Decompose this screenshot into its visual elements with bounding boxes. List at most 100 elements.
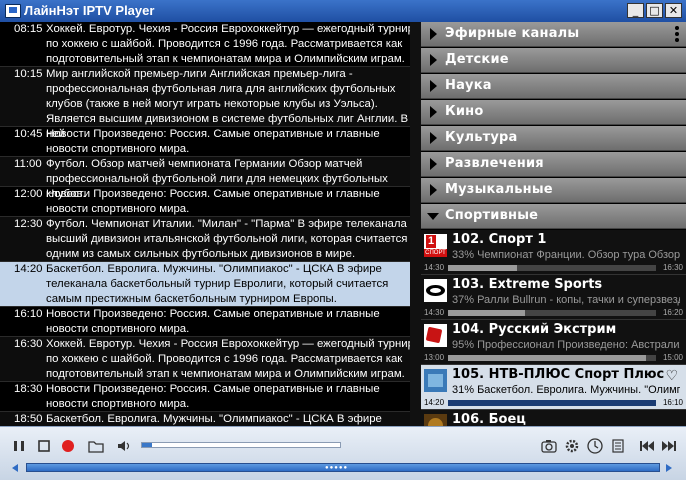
program-row[interactable]: 11:00 Футбол. Обзор матчей чемпионата Ге… (0, 157, 421, 200)
maximize-button[interactable]: □ (646, 3, 663, 18)
stop-icon[interactable] (35, 437, 53, 455)
seek-grip-icon[interactable]: ●●●●● (325, 465, 348, 471)
category-cinema[interactable]: Кино (421, 100, 686, 125)
category-label: Детские (445, 52, 509, 67)
minimize-button[interactable]: _ (627, 3, 644, 18)
seek-right-arrow-icon[interactable] (666, 464, 672, 472)
program-row[interactable]: 10:45 Новости Произведено: Россия. Самые… (0, 127, 421, 157)
program-time: 10:15 (14, 68, 43, 80)
channel-name: 104. Русский Экстрим (452, 322, 617, 337)
program-row[interactable]: 18:50 Баскетбол. Евролига. Мужчины. "Оли… (0, 412, 421, 426)
program-row[interactable]: 18:30 Новости Произведено: Россия. Самые… (0, 382, 421, 412)
end-time: 15:00 (662, 353, 683, 362)
camera-icon[interactable] (540, 437, 558, 455)
program-scrollbar[interactable] (410, 22, 421, 426)
expand-arrow-icon (430, 132, 437, 144)
program-description: Баскетбол. Евролига. Мужчины. "Олимпиако… (46, 413, 382, 425)
volume-slider[interactable] (141, 442, 341, 448)
speaker-icon[interactable] (115, 437, 133, 455)
seek-bar[interactable]: ●●●●● (26, 463, 660, 472)
start-time: 14:20 (424, 398, 445, 407)
program-row[interactable]: 10:15 Мир английской премьер-лиги Англий… (0, 67, 421, 140)
channel-name: 102. Спорт 1 (452, 232, 547, 247)
gear-icon[interactable] (563, 437, 581, 455)
tv-app-icon (5, 4, 21, 18)
category-label: Спортивные (445, 208, 539, 223)
category-music[interactable]: Музыкальные (421, 178, 686, 203)
channel-name: 106. Боец (452, 412, 526, 426)
clock-icon[interactable] (586, 437, 604, 455)
category-entertainment[interactable]: Развлечения (421, 152, 686, 177)
channel-now-playing: 33% Чемпионат Франции. Обзор тура Обзор (452, 249, 680, 261)
channel-item[interactable]: 104. Русский Экстрим 95% Профессионал Пр… (421, 320, 686, 365)
program-row[interactable]: 16:30 Хоккей. Евротур. Чехия - Россия Ев… (0, 337, 421, 382)
program-description: Новости Произведено: Россия. Самые опера… (46, 383, 380, 410)
title-bar[interactable]: ЛайнНэт IPTV Player _ □ ✕ (0, 0, 686, 23)
program-row-selected[interactable]: 14:20 Баскетбол. Евролига. Мужчины. "Оли… (0, 262, 421, 307)
next-track-icon[interactable] (660, 437, 678, 455)
channel-item[interactable]: 106. Боец (421, 410, 686, 426)
channel-now-playing: 95% Профессионал Произведено: Австралия (452, 339, 680, 351)
sport1-logo-icon: 1 СПОРТ (424, 234, 447, 257)
seek-left-arrow-icon[interactable] (12, 464, 18, 472)
program-time: 18:30 (14, 383, 43, 395)
pause-icon[interactable] (10, 437, 28, 455)
extreme-sports-logo-icon (424, 279, 447, 302)
start-time: 13:00 (424, 353, 445, 362)
program-time: 10:45 (14, 128, 43, 140)
category-sports[interactable]: Спортивные (421, 204, 686, 229)
end-time: 16:30 (662, 263, 683, 272)
playlist-icon[interactable] (609, 437, 627, 455)
russian-extreme-logo-icon (424, 324, 447, 347)
expand-arrow-icon (430, 106, 437, 118)
expand-arrow-icon (430, 54, 437, 66)
previous-track-icon[interactable] (638, 437, 656, 455)
channel-item[interactable]: 1 СПОРТ 102. Спорт 1 33% Чемпионат Франц… (421, 230, 686, 275)
program-time: 12:00 (14, 188, 43, 200)
category-label: Музыкальные (445, 182, 553, 197)
category-air-channels[interactable]: Эфирные каналы (421, 22, 686, 47)
expand-arrow-icon (430, 184, 437, 196)
program-time: 08:15 (14, 23, 43, 35)
expand-arrow-icon (430, 28, 437, 40)
channel-item[interactable]: 103. Extreme Sports 37% Ралли Bullrun - … (421, 275, 686, 320)
expand-arrow-icon (430, 80, 437, 92)
end-time: 16:20 (662, 308, 683, 317)
program-row[interactable]: 08:15 Хоккей. Евротур. Чехия - Россия Ев… (0, 22, 421, 67)
category-label: Наука (445, 78, 492, 93)
program-row[interactable]: 16:10 Новости Произведено: Россия. Самые… (0, 307, 421, 337)
program-row[interactable]: 12:30 Футбол. Чемпионат Италии. "Милан" … (0, 217, 421, 262)
menu-dots-icon[interactable] (675, 26, 679, 44)
start-time: 14:30 (424, 308, 445, 317)
category-science[interactable]: Наука (421, 74, 686, 99)
channel-now-playing: 31% Баскетбол. Евролига. Мужчины. "Олимп… (452, 384, 680, 396)
start-time: 14:30 (424, 263, 445, 272)
boets-logo-icon (424, 414, 447, 426)
program-description: Баскетбол. Евролига. Мужчины. "Олимпиако… (46, 263, 389, 305)
program-guide: 08:15 Хоккей. Евротур. Чехия - Россия Ев… (0, 22, 421, 426)
collapse-arrow-icon (427, 213, 439, 220)
category-kids[interactable]: Детские (421, 48, 686, 73)
close-button[interactable]: ✕ (665, 3, 682, 18)
playback-controls: ●●●●● (0, 426, 686, 480)
end-time: 16:10 (662, 398, 683, 407)
program-description: Хоккей. Евротур. Чехия - Россия Еврохокк… (46, 338, 415, 380)
channel-name: 105. НТВ-ПЛЮС Спорт Плюс (452, 367, 665, 382)
folder-icon[interactable] (87, 437, 105, 455)
program-description: Новости Произведено: Россия. Самые опера… (46, 128, 380, 155)
category-label: Культура (445, 130, 518, 145)
channel-item-selected[interactable]: 105. НТВ-ПЛЮС Спорт Плюс ♡ 31% Баскетбол… (421, 365, 686, 410)
category-label: Эфирные каналы (445, 26, 580, 41)
program-time: 12:30 (14, 218, 43, 230)
ntv-plus-logo-icon (424, 369, 447, 392)
channel-progress (448, 265, 656, 271)
program-description: Хоккей. Евротур. Чехия - Россия Еврохокк… (46, 23, 415, 65)
program-description: Новости Произведено: Россия. Самые опера… (46, 308, 380, 335)
program-row[interactable]: 12:00 Новости Произведено: Россия. Самые… (0, 187, 421, 217)
channel-now-playing: 37% Ралли Bullrun - копы, тачки и суперз… (452, 294, 680, 306)
program-time: 16:10 (14, 308, 43, 320)
category-culture[interactable]: Культура (421, 126, 686, 151)
favorite-heart-icon[interactable]: ♡ (665, 367, 678, 384)
expand-arrow-icon (430, 158, 437, 170)
record-icon[interactable] (59, 437, 77, 455)
